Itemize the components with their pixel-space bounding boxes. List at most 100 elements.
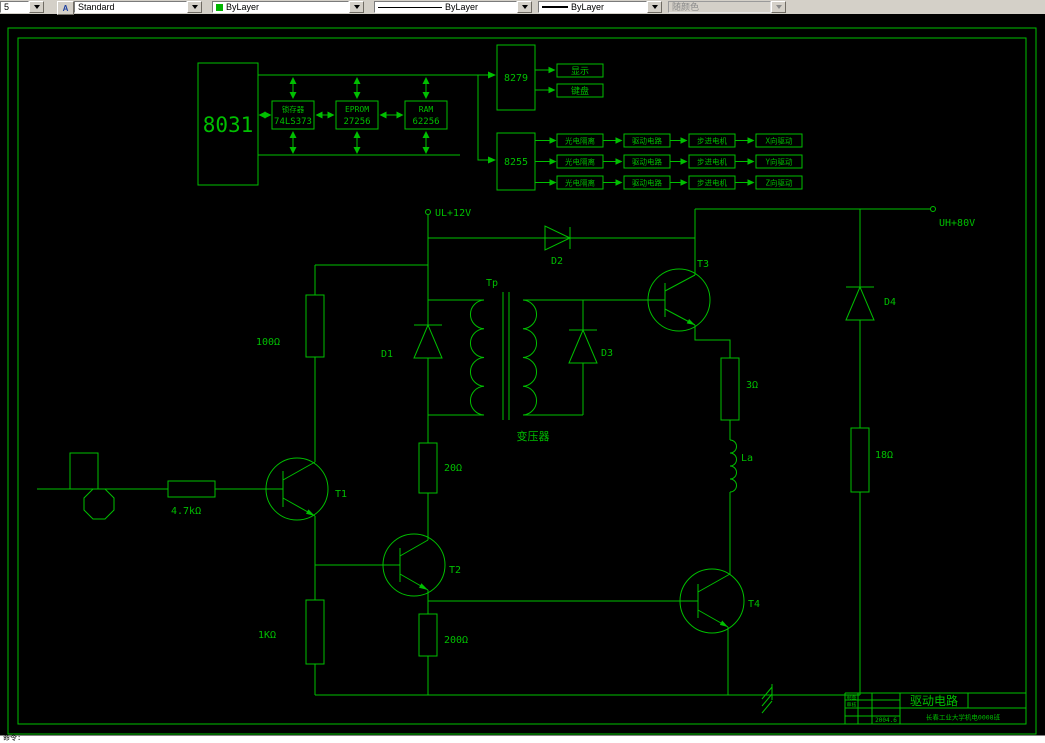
signal-source-icon [83, 488, 115, 520]
title-block-date: 2004.6 [875, 717, 897, 724]
transformer-secondary-coil [522, 299, 538, 416]
resistor-3ohm [720, 357, 740, 421]
label-tp: Tp [486, 278, 498, 289]
pulse-source [69, 452, 115, 520]
title-block-cell-b: 审核 [846, 702, 856, 709]
command-line[interactable]: 命令: [0, 735, 1045, 743]
row-y-optocoupler: 光电隔离 [565, 157, 595, 167]
row-y-axis: Y向驱动 [765, 157, 793, 167]
label-d1: D1 [381, 349, 393, 360]
plotstyle-dropdown-icon [771, 1, 786, 13]
label-r200: 200Ω [444, 635, 468, 646]
label-t2: T2 [449, 565, 461, 576]
text-style-dropdown-icon[interactable] [187, 1, 202, 13]
left-combo-dropdown-icon[interactable] [29, 1, 44, 13]
label-ul: UL+12V [435, 208, 471, 219]
diode-d3 [568, 328, 598, 364]
latch-label-2: 74LS373 [274, 117, 312, 127]
label-r4k7: 4.7kΩ [171, 506, 201, 517]
8279-label: 8279 [504, 73, 528, 84]
row-z-driver: 驱动电路 [632, 178, 662, 188]
label-r3: 3Ω [746, 380, 758, 391]
lineweight-combo[interactable]: ByLayer [538, 1, 662, 13]
row-z-stepper: 步进电机 [697, 178, 727, 188]
color-combo[interactable]: ByLayer [212, 1, 364, 13]
plotstyle-value: 随颜色 [672, 2, 700, 12]
title-block-org: 长春工业大学机电0008班 [926, 713, 1001, 722]
diode-d4 [845, 285, 875, 321]
plotstyle-combo: 随颜色 [668, 1, 786, 13]
latch-label-1: 锁存器 [282, 104, 305, 114]
mcu-8031-label: 8031 [203, 113, 254, 137]
autocad-window: 5 A Standard ByLayer ByLayer ByLayer 随颜色… [0, 0, 1045, 743]
ram-label-1: RAM [419, 105, 434, 114]
linetype-preview-icon [378, 6, 442, 8]
row-x-optocoupler: 光电隔离 [565, 136, 595, 146]
pulse-waveform-icon [69, 452, 99, 489]
emitter-arrowheads [306, 319, 728, 627]
lineweight-value: ByLayer [571, 2, 605, 12]
row-y-driver: 驱动电路 [632, 157, 662, 167]
circuit-wires [37, 208, 931, 696]
lineweight-preview-icon [542, 6, 568, 8]
resistor-20ohm [418, 442, 438, 494]
label-d4: D4 [884, 297, 896, 308]
ul-node-icon [425, 209, 431, 215]
color-dropdown-icon[interactable] [349, 1, 364, 13]
diode-d1 [413, 323, 443, 359]
uh-node-icon [930, 206, 936, 212]
eprom-label-1: EPROM [345, 105, 369, 114]
resistor-4k7ohm [167, 480, 216, 498]
row-x-axis: X向驱动 [765, 136, 793, 146]
title-block: 制图 审核 2004.6 驱动电路 长春工业大学机电0008班 [844, 692, 1026, 724]
label-t1: T1 [335, 489, 347, 500]
label-r1k: 1KΩ [258, 630, 276, 641]
resistors [167, 294, 870, 665]
8255-label: 8255 [504, 157, 528, 168]
row-z-axis: Z向驱动 [765, 178, 793, 188]
resistor-200ohm [418, 613, 438, 657]
text-style-value: Standard [78, 2, 115, 12]
inductor-la [729, 439, 737, 493]
drive-circuit: UL+12V UH+80V D2 D1 D3 D4 Tp 变压器 T3 T1 T… [37, 206, 975, 714]
title-block-cell-a: 制图 [846, 694, 856, 701]
ram-label-2: 62256 [412, 117, 439, 127]
display-label: 显示 [571, 66, 589, 77]
drive-row-x: 光电隔离 驱动电路 步进电机 X向驱动 [535, 133, 803, 148]
transformer-primary-coil [469, 299, 485, 416]
label-r20: 20Ω [444, 463, 462, 474]
label-t4: T4 [748, 599, 760, 610]
lineweight-dropdown-icon[interactable] [647, 1, 662, 13]
block-diagram-boxes [197, 44, 604, 191]
resistor-100ohm [305, 294, 325, 358]
drive-row-y: 光电隔离 驱动电路 步进电机 Y向驱动 [535, 154, 803, 169]
drive-row-z: 光电隔离 驱动电路 步进电机 Z向驱动 [535, 175, 803, 190]
linetype-combo[interactable]: ByLayer [374, 1, 532, 13]
properties-toolbar: 5 A Standard ByLayer ByLayer ByLayer 随颜色 [0, 0, 1045, 15]
linetype-value: ByLayer [445, 2, 479, 12]
command-prompt: 命令: [3, 735, 22, 743]
text-style-combo[interactable]: Standard [74, 1, 202, 13]
row-y-stepper: 步进电机 [697, 157, 727, 167]
row-x-stepper: 步进电机 [697, 136, 727, 146]
label-uh: UH+80V [939, 218, 975, 229]
drawing-canvas[interactable]: 8031 锁存器 74LS373 EPROM 27256 RAM 62256 8… [0, 14, 1045, 735]
left-combo-value: 5 [4, 2, 10, 12]
linetype-dropdown-icon[interactable] [517, 1, 532, 13]
row-x-driver: 驱动电路 [632, 136, 662, 146]
label-la: La [741, 453, 753, 464]
text-style-icon[interactable]: A [57, 1, 74, 15]
sheet-border-inner [17, 37, 1027, 725]
left-combo[interactable]: 5 [0, 1, 44, 13]
label-r100: 100Ω [256, 337, 280, 348]
supply-nodes [425, 206, 936, 215]
ground-icon [761, 684, 773, 714]
drawing-title: 驱动电路 [910, 693, 958, 708]
color-value: ByLayer [226, 2, 260, 12]
block-diagram: 8031 锁存器 74LS373 EPROM 27256 RAM 62256 8… [197, 44, 803, 191]
label-r18: 18Ω [875, 450, 893, 461]
resistor-1kohm [305, 599, 325, 665]
label-d2: D2 [551, 256, 563, 267]
row-z-optocoupler: 光电隔离 [565, 178, 595, 188]
label-t3: T3 [697, 259, 709, 270]
